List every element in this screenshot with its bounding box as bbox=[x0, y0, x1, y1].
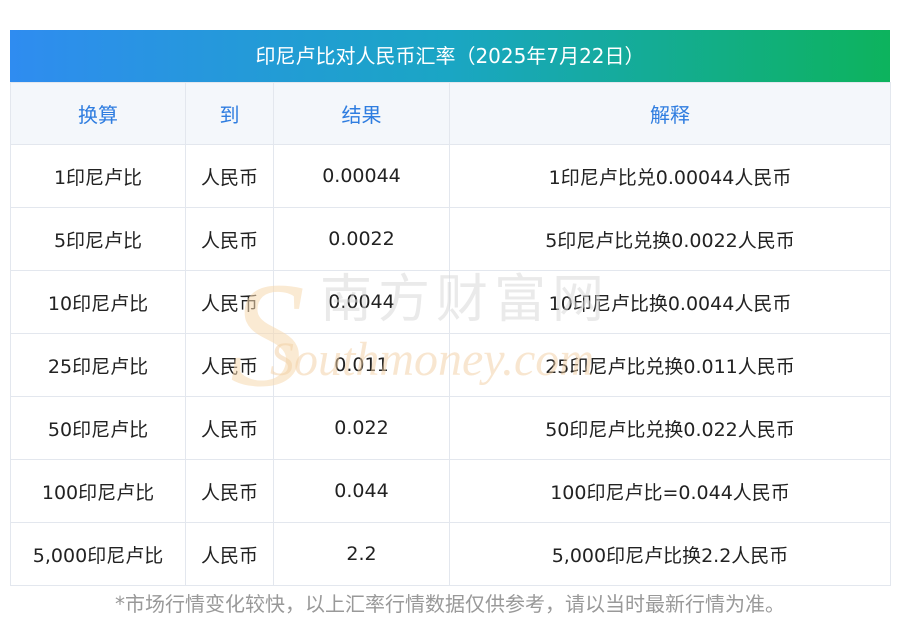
cell-explain: 5印尼卢比兑换0.0022人民币 bbox=[449, 207, 891, 271]
cell-from: 5,000印尼卢比 bbox=[10, 522, 186, 586]
cell-explain: 5,000印尼卢比换2.2人民币 bbox=[449, 522, 891, 586]
disclaimer-note: *市场行情变化较快，以上汇率行情数据仅供参考，请以当时最新行情为准。 bbox=[115, 592, 785, 616]
table-row: 25印尼卢比 人民币 0.011 25印尼卢比兑换0.011人民币 bbox=[10, 333, 891, 397]
cell-result: 2.2 bbox=[273, 522, 450, 586]
table-row: 50印尼卢比 人民币 0.022 50印尼卢比兑换0.022人民币 bbox=[10, 396, 891, 460]
table-row: 1印尼卢比 人民币 0.00044 1印尼卢比兑0.00044人民币 bbox=[10, 144, 891, 208]
cell-explain: 100印尼卢比=0.044人民币 bbox=[449, 459, 891, 523]
exchange-rate-table-container: 印尼卢比对人民币汇率（2025年7月22日） 换算 到 结果 解释 1印尼卢比 … bbox=[10, 30, 891, 586]
cell-to: 人民币 bbox=[185, 144, 274, 208]
cell-to: 人民币 bbox=[185, 396, 274, 460]
cell-to: 人民币 bbox=[185, 522, 274, 586]
header-row: 换算 到 结果 解释 bbox=[10, 82, 891, 145]
table-title: 印尼卢比对人民币汇率（2025年7月22日） bbox=[10, 30, 890, 82]
cell-result: 0.00044 bbox=[273, 144, 450, 208]
header-result: 结果 bbox=[273, 82, 450, 145]
cell-from: 5印尼卢比 bbox=[10, 207, 186, 271]
cell-result: 0.0044 bbox=[273, 270, 450, 334]
cell-to: 人民币 bbox=[185, 207, 274, 271]
cell-to: 人民币 bbox=[185, 333, 274, 397]
table-row: 100印尼卢比 人民币 0.044 100印尼卢比=0.044人民币 bbox=[10, 459, 891, 523]
cell-result: 0.044 bbox=[273, 459, 450, 523]
cell-from: 25印尼卢比 bbox=[10, 333, 186, 397]
cell-result: 0.022 bbox=[273, 396, 450, 460]
cell-from: 10印尼卢比 bbox=[10, 270, 186, 334]
table-row: 5,000印尼卢比 人民币 2.2 5,000印尼卢比换2.2人民币 bbox=[10, 522, 891, 586]
cell-from: 1印尼卢比 bbox=[10, 144, 186, 208]
table-row: 10印尼卢比 人民币 0.0044 10印尼卢比换0.0044人民币 bbox=[10, 270, 891, 334]
cell-explain: 50印尼卢比兑换0.022人民币 bbox=[449, 396, 891, 460]
cell-to: 人民币 bbox=[185, 459, 274, 523]
header-convert: 换算 bbox=[10, 82, 186, 145]
table-row: 5印尼卢比 人民币 0.0022 5印尼卢比兑换0.0022人民币 bbox=[10, 207, 891, 271]
cell-result: 0.011 bbox=[273, 333, 450, 397]
header-to: 到 bbox=[185, 82, 274, 145]
exchange-rate-table: 换算 到 结果 解释 1印尼卢比 人民币 0.00044 1印尼卢比兑0.000… bbox=[10, 82, 891, 586]
cell-result: 0.0022 bbox=[273, 207, 450, 271]
header-explain: 解释 bbox=[449, 82, 891, 145]
cell-explain: 1印尼卢比兑0.00044人民币 bbox=[449, 144, 891, 208]
cell-explain: 25印尼卢比兑换0.011人民币 bbox=[449, 333, 891, 397]
cell-from: 100印尼卢比 bbox=[10, 459, 186, 523]
cell-explain: 10印尼卢比换0.0044人民币 bbox=[449, 270, 891, 334]
cell-to: 人民币 bbox=[185, 270, 274, 334]
cell-from: 50印尼卢比 bbox=[10, 396, 186, 460]
